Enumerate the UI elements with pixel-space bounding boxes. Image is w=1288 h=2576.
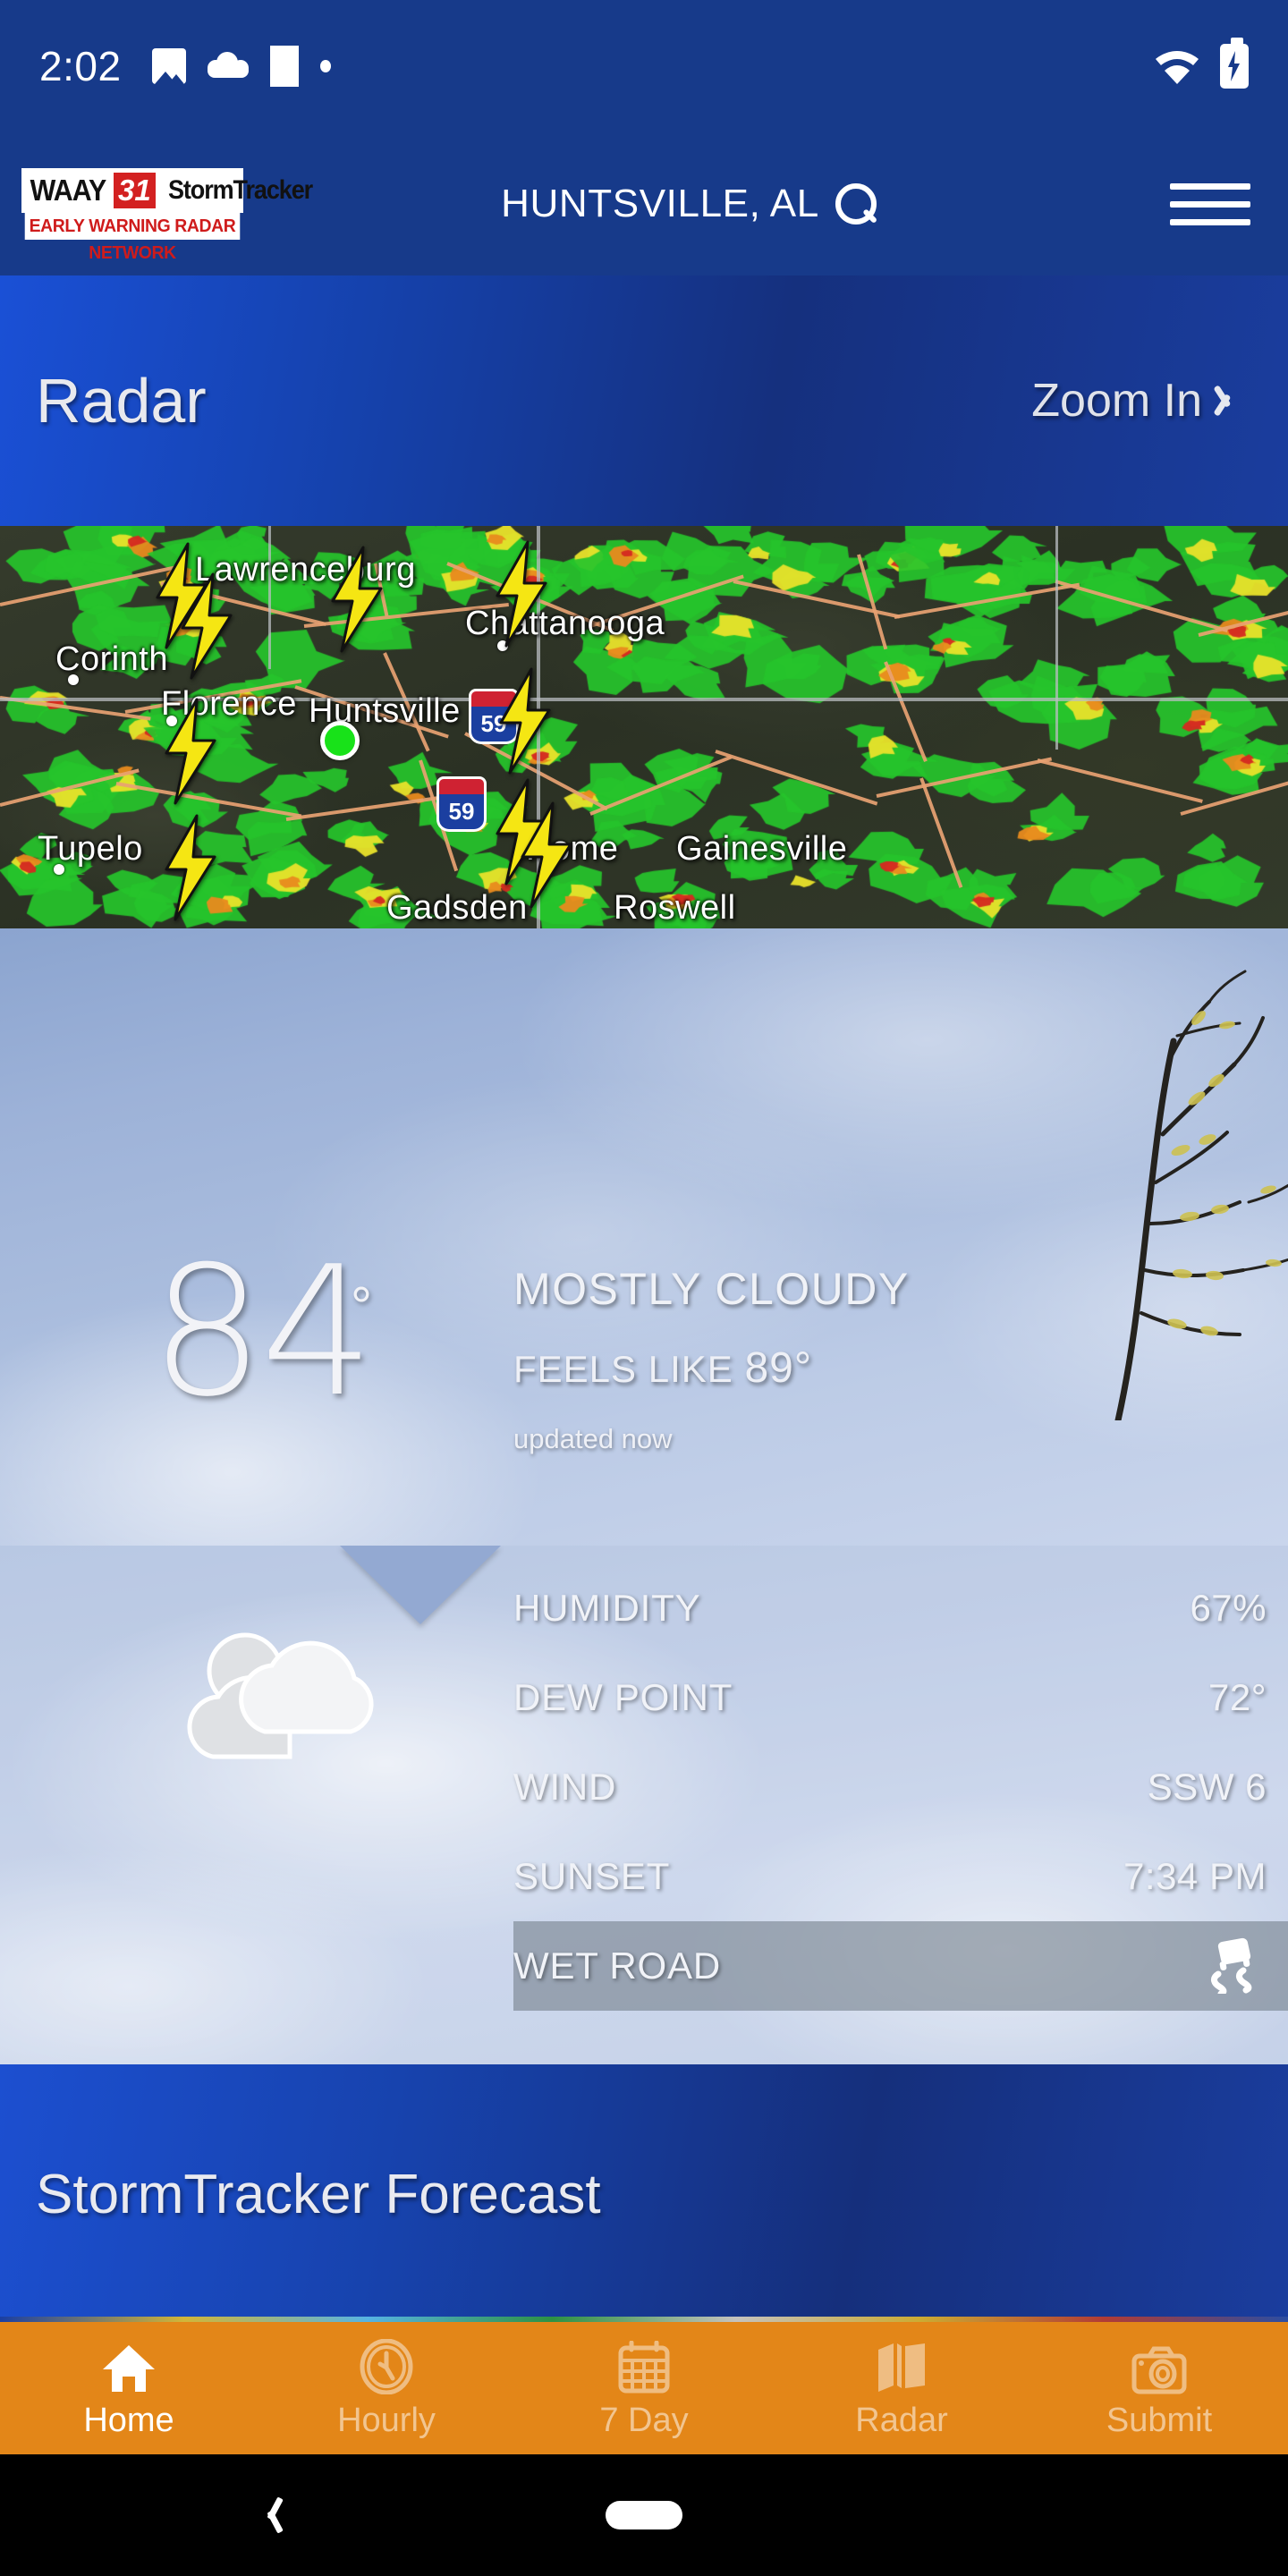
hamburger-menu-icon[interactable] (1170, 182, 1250, 225)
hamburger-bar (1170, 218, 1250, 225)
detail-label: HUMIDITY (513, 1587, 701, 1629)
app-screen: 2:02 WAAY 31 StormTracker EARLY WARNING … (0, 0, 1288, 2576)
map-city-label: Gainesville (676, 830, 848, 868)
wifi-icon (1154, 47, 1200, 85)
logo-brand-text: WAAY (30, 174, 107, 207)
weather-details-list: HUMIDITY 67% DEW POINT 72° WIND SSW 6 SUNSET 7:… (513, 1563, 1288, 2011)
radar-zoom-in-label: Zoom In (1031, 375, 1202, 427)
last-updated-text: updated now (513, 1423, 673, 1454)
tab-radar[interactable]: Radar (773, 2322, 1030, 2454)
app-header: WAAY 31 StormTracker EARLY WARNING RADAR… (0, 132, 1288, 275)
map-city-label: Roswell (614, 889, 736, 927)
camera-icon (1131, 2337, 1187, 2394)
forecast-section-title: StormTracker Forecast (36, 2164, 601, 2225)
map-city-dot (54, 864, 64, 875)
tab-label: 7 Day (599, 2401, 689, 2439)
detail-label: SUNSET (513, 1855, 671, 1897)
location-selector[interactable]: HUNTSVILLE, AL (208, 182, 1170, 226)
waay31-stormtracker-logo[interactable]: WAAY 31 StormTracker EARLY WARNING RADAR… (21, 168, 313, 263)
status-bar-system-icons (1154, 38, 1249, 89)
battery-charging-icon (1220, 38, 1249, 89)
tab-label: Radar (855, 2401, 948, 2439)
current-location-dot (320, 721, 360, 760)
logo-product-text: StormTracker (167, 175, 313, 205)
tab-label: Hourly (337, 2401, 436, 2439)
detail-row-sunset: SUNSET 7:34 PM (513, 1832, 1288, 1921)
details-callout-notch (340, 1546, 501, 1624)
detail-label: DEW POINT (513, 1676, 733, 1718)
chevron-right-icon (1224, 383, 1241, 419)
stormtracker-forecast-section[interactable]: StormTracker Forecast (0, 2064, 1288, 2340)
current-details-panel: HUMIDITY 67% DEW POINT 72° WIND SSW 6 SUNSET 7:… (0, 1546, 1288, 2064)
detail-label: WET ROAD (513, 1945, 721, 1987)
map-city-label: Tupelo (38, 830, 143, 868)
calendar-icon (617, 2337, 671, 2394)
back-chevron-icon[interactable] (261, 2496, 281, 2535)
condition-text-block: MOSTLY CLOUDY FEELS LIKE 89° updated now (513, 1263, 910, 1455)
status-bar-clock: 2:02 (39, 43, 122, 89)
tab-home[interactable]: Home (0, 2322, 258, 2454)
feels-like-label: FEELS LIKE (513, 1348, 733, 1390)
tab-label: Home (83, 2401, 174, 2439)
clock-icon (359, 2337, 414, 2394)
tab-submit[interactable]: Submit (1030, 2322, 1288, 2454)
map-city-dot (68, 674, 79, 685)
tab-label: Submit (1106, 2401, 1213, 2439)
feels-like-row: FEELS LIKE 89° (513, 1343, 910, 1393)
detail-row-dew-point: DEW POINT 72° (513, 1653, 1288, 1742)
home-pill-icon[interactable] (606, 2501, 682, 2529)
radar-section-title: Radar (36, 366, 207, 436)
detail-value: SSW 6 (1147, 1766, 1267, 1808)
logo-channel-badge: 31 (111, 171, 157, 210)
map-border-line (1055, 526, 1058, 750)
status-bar: 2:02 (0, 0, 1288, 132)
interstate-shield-icon: 59 (436, 776, 487, 832)
hamburger-bar (1170, 200, 1250, 208)
detail-value: 67% (1190, 1587, 1267, 1629)
logo-tagline: EARLY WARNING RADAR NETWORK (24, 213, 241, 263)
cloud-icon (207, 52, 249, 80)
condition-name: MOSTLY CLOUDY (513, 1264, 910, 1314)
shield-number: 59 (436, 794, 487, 832)
detail-value: 7:34 PM (1123, 1855, 1267, 1897)
photo-icon (151, 48, 186, 84)
search-icon[interactable] (835, 183, 877, 225)
tab-hourly[interactable]: Hourly (258, 2322, 515, 2454)
detail-row-humidity: HUMIDITY 67% (513, 1563, 1288, 1653)
feels-like-value: 89° (744, 1344, 813, 1392)
dot-icon (319, 60, 331, 72)
detail-label: WIND (513, 1766, 617, 1808)
square-icon (269, 46, 299, 87)
android-system-nav-bar (0, 2454, 1288, 2576)
mostly-cloudy-icon (187, 1632, 374, 1759)
tab-7-day[interactable]: 7 Day (515, 2322, 773, 2454)
map-border-line (268, 526, 271, 669)
home-icon (101, 2337, 157, 2394)
current-location-label: HUNTSVILLE, AL (501, 182, 819, 225)
status-bar-notification-icons (151, 46, 331, 87)
radar-section-header: Radar Zoom In (0, 275, 1288, 526)
wet-road-icon (1200, 1935, 1267, 1998)
hamburger-bar (1170, 182, 1250, 190)
detail-row-wet-road: WET ROAD (513, 1921, 1288, 2011)
bottom-tab-bar: Home Hourly 7 Day Radar Submit (0, 2317, 1288, 2454)
tree-branch-photo-element (1114, 970, 1288, 1420)
detail-value: 72° (1208, 1676, 1267, 1718)
map-city-label: Gadsden (386, 889, 528, 927)
detail-row-wind: WIND SSW 6 (513, 1742, 1288, 1832)
map-icon (876, 2337, 928, 2394)
shield-top (436, 776, 487, 794)
radar-zoom-in-button[interactable]: Zoom In (1031, 374, 1241, 428)
radar-map[interactable]: Lawrenceburg Corinth Florence Huntsville Cha… (0, 526, 1288, 928)
